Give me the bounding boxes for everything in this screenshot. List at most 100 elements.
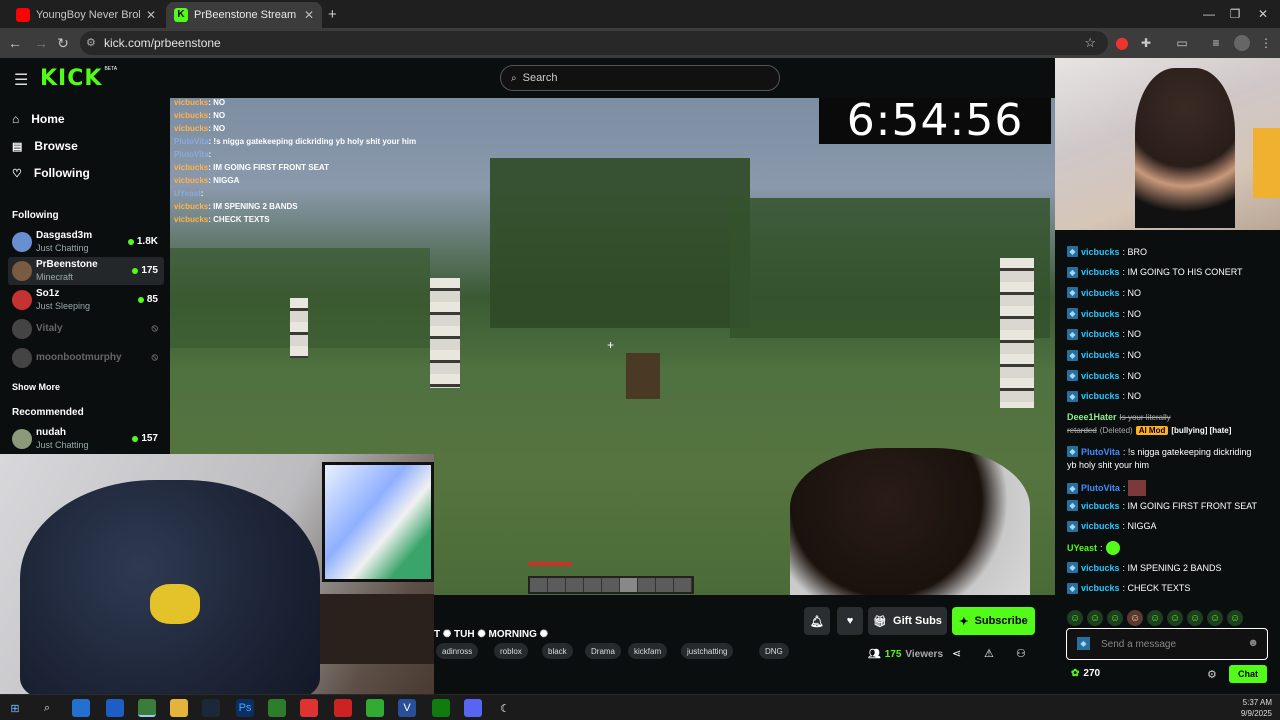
search-icon[interactable]: ⌕ <box>38 699 56 717</box>
viewer-count: 175 <box>132 265 158 276</box>
user-options-icon[interactable]: ⚇ <box>1016 647 1026 660</box>
chat-username[interactable]: vicbucks <box>1081 329 1120 339</box>
picture-in-picture-cam <box>1055 58 1280 230</box>
chat-message: ◆ vicbucks: NO <box>1067 370 1141 382</box>
scenery-birch <box>430 278 460 388</box>
chat-username[interactable]: vicbucks <box>1081 247 1120 257</box>
emote-icon[interactable]: ☺ <box>1087 610 1103 626</box>
sidebar-channel-prbeenstone[interactable]: PrBeenstone Minecraft 175 <box>8 257 164 285</box>
extensions-puzzle-icon[interactable]: ✚ <box>1138 35 1154 51</box>
share-icon[interactable]: ⋖ <box>952 647 961 660</box>
gift-subs-button[interactable]: 🎁︎ Gift Subs <box>868 607 947 635</box>
sidebar-channel-vitaly[interactable]: Vitaly ⦸ <box>8 315 164 343</box>
stream-tag[interactable]: Drama <box>585 643 622 659</box>
sidebar-channel-dasgasd3m[interactable]: Dasgasd3m Just Chatting 1.8K <box>8 228 164 256</box>
emote-icon[interactable]: ☺ <box>1127 610 1143 626</box>
chat-username[interactable]: vicbucks <box>1081 288 1120 298</box>
chat-username[interactable]: vicbucks <box>1081 309 1120 319</box>
forward-icon[interactable]: → <box>32 34 50 52</box>
emote-icon[interactable]: ☺ <box>1167 610 1183 626</box>
browser-menu-icon[interactable]: ⋮ <box>1258 35 1274 51</box>
site-info-icon[interactable]: ⚙ <box>86 36 96 49</box>
chat-username[interactable]: vicbucks <box>1081 371 1120 381</box>
chat-username[interactable]: PlutoVita <box>1081 483 1120 493</box>
search-input[interactable]: ⌕ Search <box>500 65 780 91</box>
emote-icon[interactable]: ☺ <box>1147 610 1163 626</box>
channel-points[interactable]: ✿ 270 <box>1071 668 1100 679</box>
follow-heart-button[interactable]: ♥ <box>837 607 863 635</box>
new-tab-icon[interactable]: + <box>328 6 337 23</box>
bookmark-star-icon[interactable]: ☆ <box>1084 35 1096 51</box>
cast-icon[interactable]: ▭ <box>1174 35 1190 51</box>
chat-username[interactable]: vicbucks <box>1081 521 1120 531</box>
stream-tag[interactable]: kickfam <box>628 643 668 659</box>
reload-icon[interactable]: ↻ <box>54 34 72 52</box>
chat-username[interactable]: UYeast <box>1067 543 1097 553</box>
address-bar[interactable]: ⚙ kick.com/prbeenstone ☆ <box>80 31 1108 55</box>
chat-settings-gear-icon[interactable]: ⚙ <box>1207 668 1217 681</box>
show-more-link[interactable]: Show More <box>12 382 60 392</box>
steam-icon[interactable] <box>202 699 220 717</box>
browser-tab-kick[interactable]: K PrBeenstone Stream - Watc ✕ <box>166 2 322 28</box>
nav-following[interactable]: ♡ Following <box>12 166 90 180</box>
chat-message-input[interactable]: ◆ Send a message ☻ <box>1066 628 1268 660</box>
notification-bell-button[interactable]: 🔔︎ <box>804 607 830 635</box>
stream-tag[interactable]: roblox <box>494 643 528 659</box>
app-icon[interactable] <box>334 699 352 717</box>
system-clock[interactable]: 5:37 AM 9/9/2025 <box>1241 697 1272 719</box>
close-tab-icon[interactable]: ✕ <box>146 8 156 22</box>
close-window-icon[interactable]: ✕ <box>1240 0 1280 28</box>
chat-username[interactable]: vicbucks <box>1081 501 1120 511</box>
app-icon[interactable] <box>300 699 318 717</box>
browser-tab-youtube[interactable]: YoungBoy Never Broke Again - ✕ <box>8 2 164 28</box>
close-tab-icon[interactable]: ✕ <box>304 8 314 22</box>
hamburger-menu-icon[interactable]: ☰ <box>14 70 28 90</box>
sidebar-channel-nudah[interactable]: nudah Just Chatting 157 <box>8 425 164 453</box>
outlook-icon[interactable] <box>106 699 124 717</box>
chat-send-button[interactable]: Chat <box>1229 665 1267 683</box>
emoji-picker-icon[interactable]: ☻ <box>1247 637 1259 649</box>
extension-icon[interactable]: ⬤ <box>1114 35 1130 51</box>
report-icon[interactable]: ⚠ <box>984 647 994 660</box>
vegas-icon[interactable]: V <box>398 699 416 717</box>
app-icon[interactable]: ☾ <box>496 699 514 717</box>
windows-start-icon[interactable]: ⊞ <box>6 699 24 717</box>
back-icon[interactable]: ← <box>6 34 24 52</box>
chrome-icon[interactable] <box>138 699 156 717</box>
file-explorer-icon[interactable] <box>170 699 188 717</box>
kick-logo[interactable]: KICK BETA <box>40 66 117 91</box>
stream-tag[interactable]: justchatting <box>681 643 734 659</box>
photoshop-icon[interactable]: Ps <box>236 699 254 717</box>
overlay-chat-line: vicbucks: IM SPENING 2 BANDS <box>174 202 298 211</box>
chat-username[interactable]: vicbucks <box>1081 350 1120 360</box>
app-icon[interactable] <box>366 699 384 717</box>
chat-username[interactable]: PlutoVita <box>1081 447 1120 457</box>
nvidia-icon[interactable] <box>268 699 286 717</box>
chat-text: : IM GOING TO HIS CONERT <box>1122 267 1243 278</box>
profile-avatar-icon[interactable] <box>1234 35 1250 51</box>
chat-username[interactable]: vicbucks <box>1081 583 1120 593</box>
emote-icon[interactable]: ☺ <box>1187 610 1203 626</box>
copilot-icon[interactable] <box>72 699 90 717</box>
nav-browse[interactable]: ▤ Browse <box>12 139 78 153</box>
stream-tag[interactable]: black <box>542 643 573 659</box>
stream-tag[interactable]: adinross <box>436 643 479 659</box>
windows-taskbar: ⊞ ⌕ Ps V ☾ 5:37 AM 9/9/2025 <box>0 694 1280 720</box>
chat-username[interactable]: vicbucks <box>1081 563 1120 573</box>
nav-home[interactable]: ⌂ Home <box>12 112 65 126</box>
stream-tag[interactable]: DNG <box>759 643 789 659</box>
chat-text: : IM SPENING 2 BANDS <box>1122 562 1222 573</box>
subscribe-button[interactable]: ✦ Subscribe <box>952 607 1035 635</box>
sidebar-channel-moonbootmurphy[interactable]: moonbootmurphy ⦸ <box>8 344 164 372</box>
emote-icon[interactable]: ☺ <box>1107 610 1123 626</box>
chat-username[interactable]: vicbucks <box>1081 391 1120 401</box>
emote-icon[interactable]: ☺ <box>1227 610 1243 626</box>
xbox-icon[interactable] <box>432 699 450 717</box>
media-control-icon[interactable]: ≡ <box>1208 35 1224 51</box>
emote-icon[interactable]: ☺ <box>1067 610 1083 626</box>
emote-icon[interactable]: ☺ <box>1207 610 1223 626</box>
chat-username[interactable]: vicbucks <box>1081 267 1120 277</box>
chat-username[interactable]: Deee1Hater <box>1067 412 1117 422</box>
discord-icon[interactable] <box>464 699 482 717</box>
sidebar-channel-so1z[interactable]: So1z Just Sleeping 85 <box>8 286 164 314</box>
